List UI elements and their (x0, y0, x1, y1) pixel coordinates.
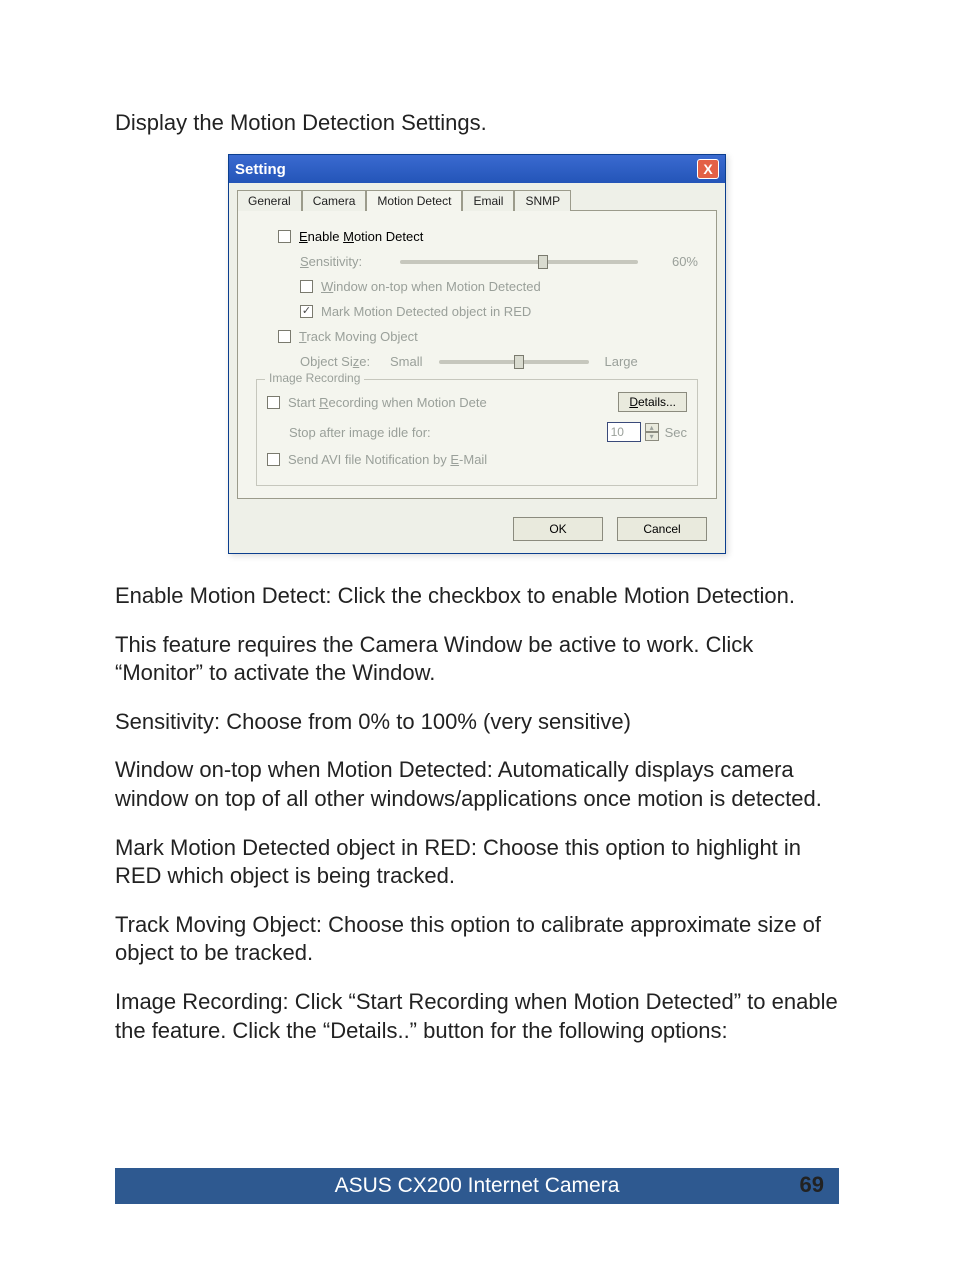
window-on-top-label: Window on-top when Motion Detected (321, 279, 541, 294)
dialog-button-row: OK Cancel (229, 507, 725, 553)
object-size-small: Small (390, 354, 423, 369)
track-moving-label: Track Moving Object (299, 329, 418, 344)
ok-button[interactable]: OK (513, 517, 603, 541)
spinner-up-icon[interactable]: ▴ (645, 423, 659, 432)
stop-after-label: Stop after image idle for: (289, 425, 607, 440)
dialog-titlebar: Setting X (229, 155, 725, 183)
send-avi-label: Send AVI file Notification by E-Mail (288, 452, 487, 467)
object-size-thumb[interactable] (514, 355, 524, 369)
tab-general[interactable]: General (237, 190, 302, 211)
para-mark-red: Mark Motion Detected object in RED: Choo… (115, 834, 839, 891)
sensitivity-thumb[interactable] (538, 255, 548, 269)
tab-motion-detect[interactable]: Motion Detect (366, 190, 462, 211)
object-size-label: Object Size: (300, 354, 390, 369)
mark-red-checkbox[interactable] (300, 305, 313, 318)
track-moving-checkbox[interactable] (278, 330, 291, 343)
sensitivity-label: Sensitivity: (300, 254, 390, 269)
enable-motion-label: Enable Motion Detect (299, 229, 423, 244)
cancel-button[interactable]: Cancel (617, 517, 707, 541)
send-avi-checkbox[interactable] (267, 453, 280, 466)
para-sensitivity: Sensitivity: Choose from 0% to 100% (ver… (115, 708, 839, 737)
intro-text: Display the Motion Detection Settings. (115, 110, 839, 136)
stop-after-unit: Sec (665, 425, 687, 440)
object-size-large: Large (605, 354, 638, 369)
close-icon[interactable]: X (697, 159, 719, 179)
details-button[interactable]: Details... (618, 392, 687, 412)
sensitivity-value: 60% (648, 254, 698, 269)
page-number: 69 (800, 1172, 824, 1198)
para-track: Track Moving Object: Choose this option … (115, 911, 839, 968)
tab-strip: General Camera Motion Detect Email SNMP (229, 183, 725, 210)
footer-bar: ASUS CX200 Internet Camera (115, 1168, 839, 1204)
para-image-recording: Image Recording: Click “Start Recording … (115, 988, 839, 1045)
start-recording-checkbox[interactable] (267, 396, 280, 409)
window-on-top-checkbox[interactable] (300, 280, 313, 293)
dialog-title: Setting (235, 161, 286, 178)
tab-snmp[interactable]: SNMP (514, 190, 571, 211)
settings-dialog: Setting X General Camera Motion Detect E… (228, 154, 726, 554)
spinner-down-icon[interactable]: ▾ (645, 432, 659, 441)
stop-after-input[interactable]: 10 (607, 422, 641, 442)
image-recording-legend: Image Recording (265, 371, 364, 385)
stop-after-spinner[interactable]: ▴▾ (645, 423, 659, 441)
image-recording-group: Image Recording Start Recording when Mot… (256, 379, 698, 486)
motion-detect-panel: Enable Motion Detect Sensitivity: 60% Wi… (237, 210, 717, 499)
start-recording-label: Start Recording when Motion Dete (288, 395, 618, 410)
tab-camera[interactable]: Camera (302, 190, 367, 211)
mark-red-label: Mark Motion Detected object in RED (321, 304, 531, 319)
tab-email[interactable]: Email (462, 190, 514, 211)
sensitivity-slider[interactable] (400, 260, 638, 264)
para-enable: Enable Motion Detect: Click the checkbox… (115, 582, 839, 611)
para-window-on-top: Window on-top when Motion Detected: Auto… (115, 756, 839, 813)
object-size-slider[interactable] (439, 360, 589, 364)
para-feature: This feature requires the Camera Window … (115, 631, 839, 688)
enable-motion-checkbox[interactable] (278, 230, 291, 243)
